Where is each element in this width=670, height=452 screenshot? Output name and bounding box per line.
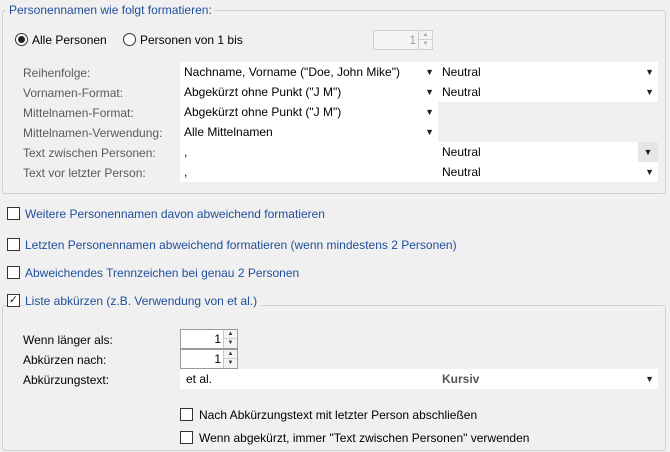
always-text-between-checkbox[interactable] <box>180 431 193 444</box>
firstname-format-value: Abgekürzt ohne Punkt ("J M") <box>184 85 342 99</box>
order-label: Reihenfolge: <box>23 66 91 80</box>
separator-label[interactable]: Abweichendes Trennzeichen bei genau 2 Pe… <box>25 266 299 280</box>
dropdown-arrow-icon: ▼ <box>645 374 654 384</box>
further-persons-label[interactable]: Weitere Personennamen davon abweichend f… <box>25 207 325 221</box>
abbreviate-checkbox[interactable]: ✓ <box>7 294 20 307</box>
always-text-between-label[interactable]: Wenn abgekürzt, immer "Text zwischen Per… <box>199 431 529 445</box>
abbreviation-style-value: Kursiv <box>442 372 480 386</box>
abbreviate-after-label: Abkürzen nach: <box>23 353 107 367</box>
order-value: Nachname, Vorname ("Doe, John Mike") <box>184 65 400 79</box>
spin-up-icon[interactable]: ▲ <box>224 330 237 339</box>
dropdown-arrow-icon: ▼ <box>645 67 654 77</box>
order-select[interactable]: Nachname, Vorname ("Doe, John Mike") ▼ <box>180 62 438 82</box>
text-before-last-value: , <box>184 165 188 179</box>
abbreviate-label[interactable]: Liste abkürzen (z.B. Verwendung von et a… <box>25 294 262 308</box>
last-person-label[interactable]: Letzten Personennamen abweichend formati… <box>25 238 457 252</box>
end-with-last-person-checkbox[interactable] <box>180 408 193 421</box>
abbreviation-style-select[interactable]: Kursiv ▼ <box>438 369 658 389</box>
middlename-format-select[interactable]: Abgekürzt ohne Punkt ("J M") ▼ <box>180 102 438 122</box>
checkmark-icon: ✓ <box>8 294 19 306</box>
longer-than-value: 1 <box>214 332 221 346</box>
text-between-style-select[interactable]: Neutral ▼ <box>438 142 658 162</box>
abbreviation-text-value: et al. <box>186 372 213 386</box>
spin-down-icon[interactable]: ▼ <box>419 40 432 49</box>
firstname-format-label: Vornamen-Format: <box>23 86 124 100</box>
dropdown-arrow-icon: ▼ <box>638 142 658 162</box>
dropdown-arrow-icon: ▼ <box>425 67 434 77</box>
abbreviation-text-label: Abkürzungstext: <box>23 373 110 387</box>
longer-than-stepper[interactable]: 1 ▲ ▼ <box>180 329 238 349</box>
radio-persons-range-label[interactable]: Personen von 1 bis <box>140 33 243 47</box>
firstname-style-value: Neutral <box>442 85 481 99</box>
radio-persons-range[interactable] <box>123 33 136 46</box>
last-person-checkbox[interactable] <box>7 238 20 251</box>
middlename-format-value: Abgekürzt ohne Punkt ("J M") <box>184 105 342 119</box>
abbreviate-after-value: 1 <box>214 352 221 366</box>
text-before-last-style-select[interactable]: Neutral ▼ <box>438 162 658 182</box>
radio-all-persons-label[interactable]: Alle Personen <box>32 33 107 47</box>
text-before-last-input[interactable]: , <box>180 162 438 182</box>
text-before-last-style-value: Neutral <box>442 165 481 179</box>
end-with-last-person-label[interactable]: Nach Abkürzungstext mit letzter Person a… <box>199 408 477 422</box>
order-style-select[interactable]: Neutral ▼ <box>438 62 658 82</box>
order-style-value: Neutral <box>442 65 481 79</box>
separator-checkbox[interactable] <box>7 266 20 279</box>
middlename-usage-value: Alle Mittelnamen <box>184 125 273 139</box>
dropdown-arrow-icon: ▼ <box>645 167 654 177</box>
firstname-style-select[interactable]: Neutral ▼ <box>438 82 658 102</box>
abbreviation-text-input[interactable]: et al. <box>180 369 438 389</box>
text-between-label: Text zwischen Personen: <box>23 146 156 160</box>
dropdown-arrow-icon: ▼ <box>645 87 654 97</box>
longer-than-label: Wenn länger als: <box>23 333 113 347</box>
dropdown-arrow-icon: ▼ <box>425 127 434 137</box>
persons-range-stepper[interactable]: 1 ▲ ▼ <box>373 30 433 50</box>
dropdown-arrow-icon: ▼ <box>425 107 434 117</box>
spin-up-icon[interactable]: ▲ <box>224 350 237 359</box>
middlename-format-label: Mittelnamen-Format: <box>23 106 134 120</box>
dropdown-arrow-icon: ▼ <box>425 87 434 97</box>
spin-down-icon[interactable]: ▼ <box>224 359 237 368</box>
text-between-style-value: Neutral <box>442 145 481 159</box>
text-between-input[interactable]: , <box>180 142 438 162</box>
firstname-format-select[interactable]: Abgekürzt ohne Punkt ("J M") ▼ <box>180 82 438 102</box>
middlename-usage-label: Mittelnamen-Verwendung: <box>23 126 163 140</box>
middlename-usage-select[interactable]: Alle Mittelnamen ▼ <box>180 122 438 142</box>
further-persons-checkbox[interactable] <box>7 207 20 220</box>
spin-up-icon[interactable]: ▲ <box>419 31 432 40</box>
spin-down-icon[interactable]: ▼ <box>224 339 237 348</box>
radio-all-persons[interactable] <box>15 33 28 46</box>
persons-range-value: 1 <box>409 33 416 47</box>
abbreviate-after-stepper[interactable]: 1 ▲ ▼ <box>180 349 238 369</box>
text-between-value: , <box>184 145 188 159</box>
name-format-group-title: Personennamen wie folgt formatieren: <box>6 3 215 17</box>
text-before-last-label: Text vor letzter Person: <box>23 166 146 180</box>
